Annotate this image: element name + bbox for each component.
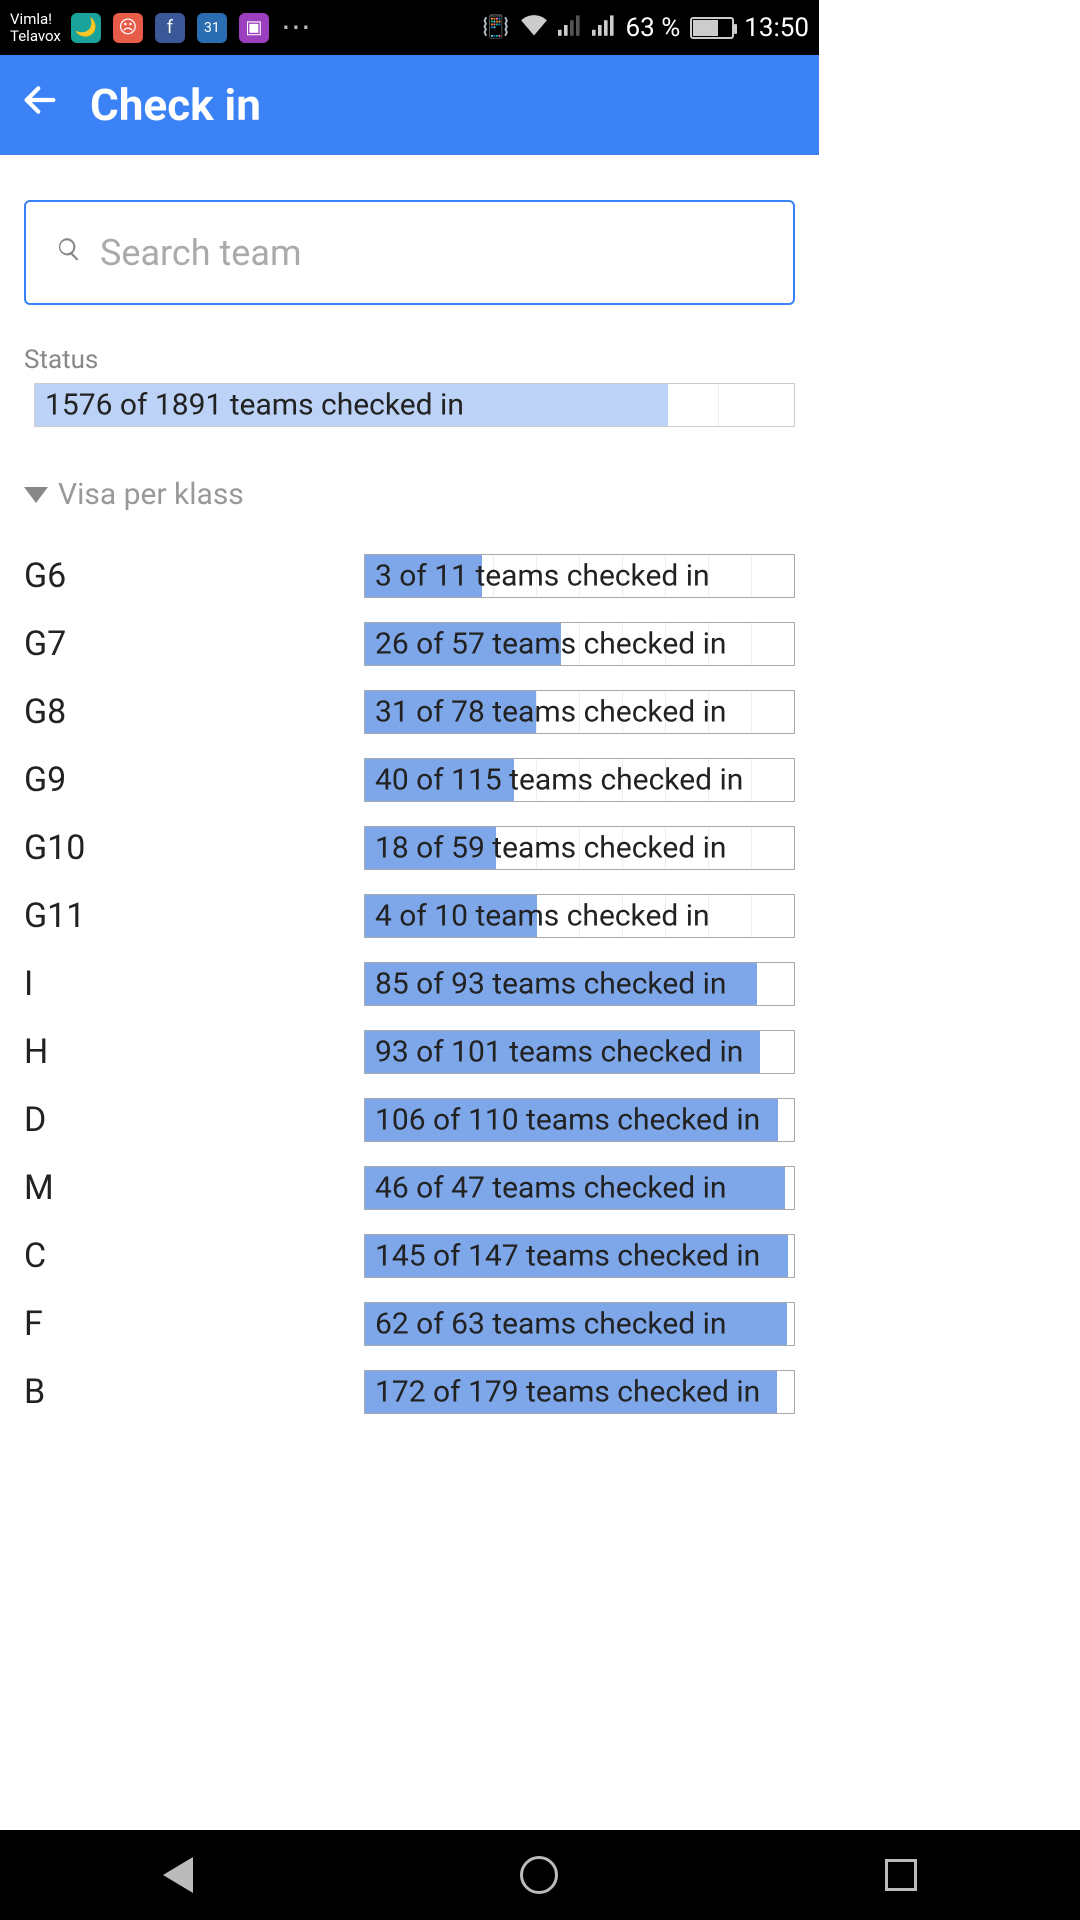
- class-progress-bar: 172 of 179 teams checked in: [364, 1370, 795, 1414]
- class-row[interactable]: M 46 of 47 teams checked in: [24, 1154, 795, 1222]
- carrier-label: Vimla! Telavox: [10, 11, 61, 44]
- app-notification-icon: ▣: [239, 13, 269, 43]
- more-notifications-icon: ⋯: [281, 10, 309, 45]
- class-row[interactable]: G10 18 of 59 teams checked in: [24, 814, 795, 882]
- battery-percent: 63 %: [626, 13, 681, 43]
- chevron-down-icon: [24, 487, 48, 503]
- class-progress-bar: 4 of 10 teams checked in: [364, 894, 795, 938]
- expand-per-class-toggle[interactable]: Visa per klass: [24, 477, 795, 512]
- search-icon: [56, 236, 82, 269]
- class-progress-text: 172 of 179 teams checked in: [375, 1375, 760, 1410]
- app-notification-icon: 🌙: [71, 13, 101, 43]
- facebook-icon: f: [155, 13, 185, 43]
- signal-icon: [558, 13, 582, 43]
- app-bar: Check in: [0, 55, 819, 155]
- class-label: G6: [24, 556, 364, 596]
- class-progress-bar: 26 of 57 teams checked in: [364, 622, 795, 666]
- notification-icons: 🌙 ☹ f 31 ▣ ⋯: [71, 10, 309, 45]
- class-list: G6 3 of 11 teams checked in G7 26 of 57 tea…: [24, 542, 795, 1426]
- class-label: I: [24, 964, 364, 1004]
- signal-icon-2: [592, 13, 616, 43]
- clock: 13:50: [744, 13, 809, 43]
- page-title: Check in: [90, 79, 261, 131]
- overall-progress-text: 1576 of 1891 teams checked in: [45, 388, 464, 423]
- search-input[interactable]: Search team: [24, 200, 795, 305]
- class-label: G8: [24, 692, 364, 732]
- nav-home-button[interactable]: [520, 1856, 558, 1894]
- class-label: G9: [24, 760, 364, 800]
- class-progress-text: 31 of 78 teams checked in: [375, 695, 726, 730]
- class-progress-bar: 93 of 101 teams checked in: [364, 1030, 795, 1074]
- class-row[interactable]: F 62 of 63 teams checked in: [24, 1290, 795, 1358]
- calendar-icon: 31: [197, 13, 227, 43]
- class-progress-bar: 40 of 115 teams checked in: [364, 758, 795, 802]
- class-label: H: [24, 1032, 364, 1072]
- class-progress-bar: 18 of 59 teams checked in: [364, 826, 795, 870]
- class-progress-text: 106 of 110 teams checked in: [375, 1103, 760, 1138]
- class-label: D: [24, 1100, 364, 1140]
- class-row[interactable]: C 145 of 147 teams checked in: [24, 1222, 795, 1290]
- class-progress-text: 40 of 115 teams checked in: [375, 763, 743, 798]
- class-label: B: [24, 1372, 364, 1412]
- class-row[interactable]: H 93 of 101 teams checked in: [24, 1018, 795, 1086]
- class-row[interactable]: G7 26 of 57 teams checked in: [24, 610, 795, 678]
- class-row[interactable]: D 106 of 110 teams checked in: [24, 1086, 795, 1154]
- nav-back-button[interactable]: [163, 1857, 193, 1893]
- class-progress-text: 145 of 147 teams checked in: [375, 1239, 760, 1274]
- class-progress-bar: 31 of 78 teams checked in: [364, 690, 795, 734]
- battery-icon: [690, 17, 734, 39]
- class-progress-bar: 3 of 11 teams checked in: [364, 554, 795, 598]
- class-progress-text: 4 of 10 teams checked in: [375, 899, 710, 934]
- class-label: G10: [24, 828, 364, 868]
- class-label: G11: [24, 896, 364, 936]
- search-placeholder: Search team: [100, 232, 302, 274]
- carrier-line2: Telavox: [10, 28, 61, 45]
- app-notification-icon: ☹: [113, 13, 143, 43]
- class-progress-bar: 145 of 147 teams checked in: [364, 1234, 795, 1278]
- status-label: Status: [24, 345, 795, 375]
- class-label: M: [24, 1168, 364, 1208]
- class-row[interactable]: I 85 of 93 teams checked in: [24, 950, 795, 1018]
- class-progress-bar: 62 of 63 teams checked in: [364, 1302, 795, 1346]
- class-label: G7: [24, 624, 364, 664]
- class-progress-bar: 46 of 47 teams checked in: [364, 1166, 795, 1210]
- overall-progress-bar: 1576 of 1891 teams checked in: [34, 383, 795, 427]
- class-progress-text: 46 of 47 teams checked in: [375, 1171, 726, 1206]
- class-progress-text: 26 of 57 teams checked in: [375, 627, 726, 662]
- class-progress-text: 85 of 93 teams checked in: [375, 967, 726, 1002]
- class-row[interactable]: G8 31 of 78 teams checked in: [24, 678, 795, 746]
- class-progress-bar: 106 of 110 teams checked in: [364, 1098, 795, 1142]
- expand-label: Visa per klass: [58, 477, 244, 512]
- class-progress-text: 62 of 63 teams checked in: [375, 1307, 726, 1342]
- class-row[interactable]: G6 3 of 11 teams checked in: [24, 542, 795, 610]
- class-progress-text: 18 of 59 teams checked in: [375, 831, 726, 866]
- nav-recent-button[interactable]: [885, 1859, 917, 1891]
- wifi-icon: [520, 13, 548, 43]
- class-label: F: [24, 1304, 364, 1344]
- class-progress-text: 93 of 101 teams checked in: [375, 1035, 743, 1070]
- back-button[interactable]: [20, 80, 60, 130]
- android-nav-bar: [0, 1830, 1080, 1920]
- class-progress-text: 3 of 11 teams checked in: [375, 559, 710, 594]
- class-label: C: [24, 1236, 364, 1276]
- android-status-bar: Vimla! Telavox 🌙 ☹ f 31 ▣ ⋯ 📳 63 % 13:50: [0, 0, 819, 55]
- status-right: 📳 63 % 13:50: [482, 13, 809, 43]
- vibrate-icon: 📳: [482, 15, 509, 40]
- class-progress-bar: 85 of 93 teams checked in: [364, 962, 795, 1006]
- class-row[interactable]: G9 40 of 115 teams checked in: [24, 746, 795, 814]
- class-row[interactable]: G11 4 of 10 teams checked in: [24, 882, 795, 950]
- carrier-line1: Vimla!: [10, 11, 61, 28]
- class-row[interactable]: B 172 of 179 teams checked in: [24, 1358, 795, 1426]
